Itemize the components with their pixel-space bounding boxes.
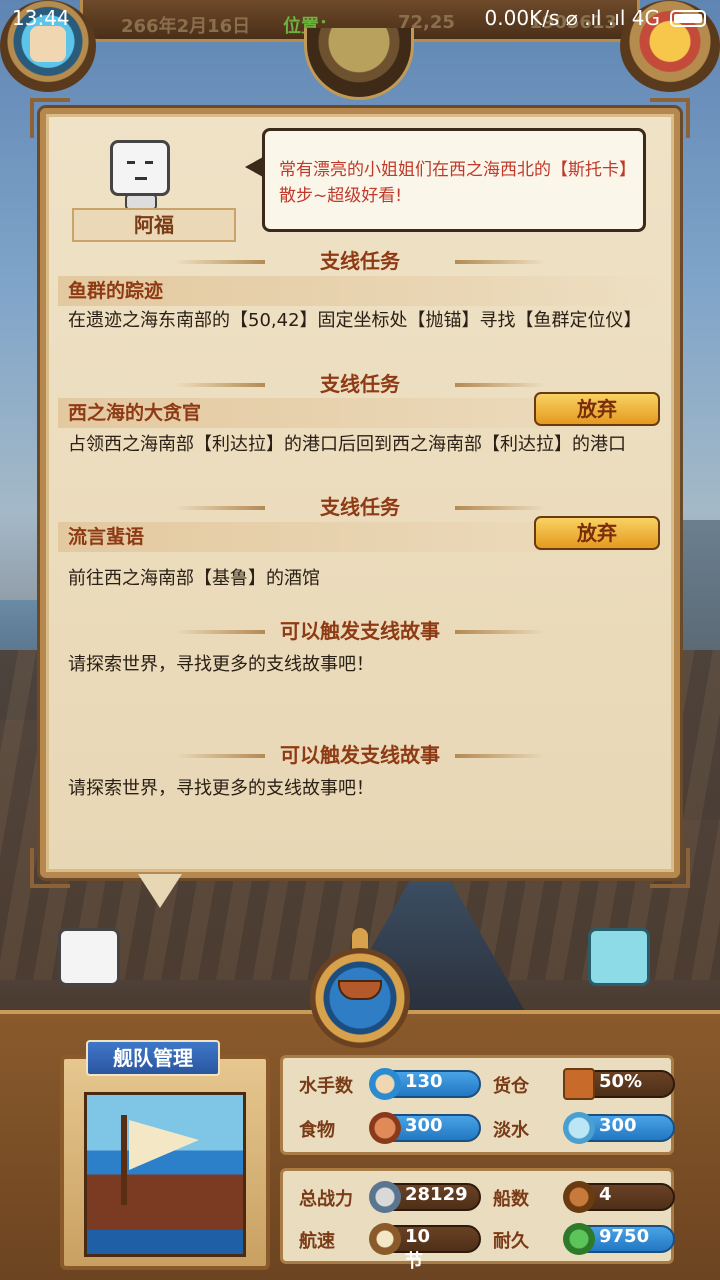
stat-label: 航速 <box>299 1231 335 1252</box>
stat-value: 130 <box>405 1071 443 1092</box>
quest-description: 占领西之海南部【利达拉】的港口后回到西之海南部【利达拉】的港口 <box>68 434 626 455</box>
story-section-header: 可以触发支线故事 <box>60 616 660 648</box>
fleet-strength-box: 总战力 28129 船数 4 航速 10节 耐久 9750 <box>280 1168 675 1272</box>
abandon-quest-button[interactable]: 放弃 <box>534 516 660 550</box>
white-mascot-icon <box>58 928 120 986</box>
dashboard-crest[interactable] <box>268 928 452 1048</box>
story-description: 请探索世界，寻找更多的支线故事吧！ <box>68 654 374 675</box>
npc-name: 阿福 <box>72 208 236 242</box>
food-icon <box>369 1112 401 1144</box>
stat-label: 淡水 <box>493 1120 529 1141</box>
stat-label: 货仓 <box>493 1076 529 1097</box>
ship-cutaway-icon[interactable] <box>84 1092 246 1257</box>
abandon-quest-button[interactable]: 放弃 <box>534 392 660 426</box>
quest-description: 前往西之海南部【基鲁】的酒馆 <box>68 568 320 589</box>
stat-value: 10节 <box>405 1226 431 1272</box>
system-status-bar: 13:44 0.00K/s ⌀ .ıl .ıl 4G <box>0 0 720 36</box>
stat-label: 水手数 <box>299 1076 353 1097</box>
stat-value: 9750 <box>599 1226 650 1247</box>
cargo-icon <box>563 1068 595 1100</box>
stat-label: 食物 <box>299 1120 335 1141</box>
battery-icon <box>670 10 706 27</box>
stat-value: 50% <box>599 1071 643 1092</box>
quest-description: 在遗迹之海东南部的【50,42】固定坐标处【抛锚】寻找【鱼群定位仪】 <box>68 310 642 331</box>
stat-label: 总战力 <box>299 1189 353 1210</box>
panel-corner-ornament <box>30 98 70 138</box>
stat-value: 300 <box>405 1115 443 1136</box>
panel-corner-ornament <box>650 98 690 138</box>
quest-panel-tail <box>138 874 182 908</box>
ship-icon <box>563 1181 595 1213</box>
water-icon <box>563 1112 595 1144</box>
fleet-supplies-box: 水手数 130 货仓 50% 食物 300 淡水 300 <box>280 1055 675 1155</box>
blue-cat-mascot-icon <box>588 928 650 986</box>
stat-label: 船数 <box>493 1189 529 1210</box>
panel-corner-ornament <box>650 848 690 888</box>
stat-value: 28129 <box>405 1184 468 1205</box>
story-description: 请探索世界，寻找更多的支线故事吧！ <box>68 778 374 799</box>
stat-label: 耐久 <box>493 1231 529 1252</box>
crossed-swords-icon <box>369 1181 401 1213</box>
fleet-management-button[interactable]: 舰队管理 <box>86 1040 220 1076</box>
story-section-header: 可以触发支线故事 <box>60 740 660 772</box>
sail-icon <box>369 1223 401 1255</box>
status-network: 0.00K/s ⌀ .ıl .ıl 4G <box>484 6 660 30</box>
stat-value: 300 <box>599 1115 637 1136</box>
stat-value: 4 <box>599 1184 612 1205</box>
npc-speech-bubble: 常有漂亮的小姐姐们在西之海西北的【斯托卡】散步~超级好看! <box>245 128 646 232</box>
world-map-globe-icon[interactable] <box>304 28 414 100</box>
npc-portrait-icon <box>110 140 170 196</box>
hull-icon <box>563 1223 595 1255</box>
sailor-icon <box>369 1068 401 1100</box>
quest-title: 鱼群的踪迹 <box>58 276 666 306</box>
status-time: 13:44 <box>12 6 70 30</box>
panel-corner-ornament <box>30 848 70 888</box>
quest-section-header: 支线任务 <box>60 246 660 278</box>
